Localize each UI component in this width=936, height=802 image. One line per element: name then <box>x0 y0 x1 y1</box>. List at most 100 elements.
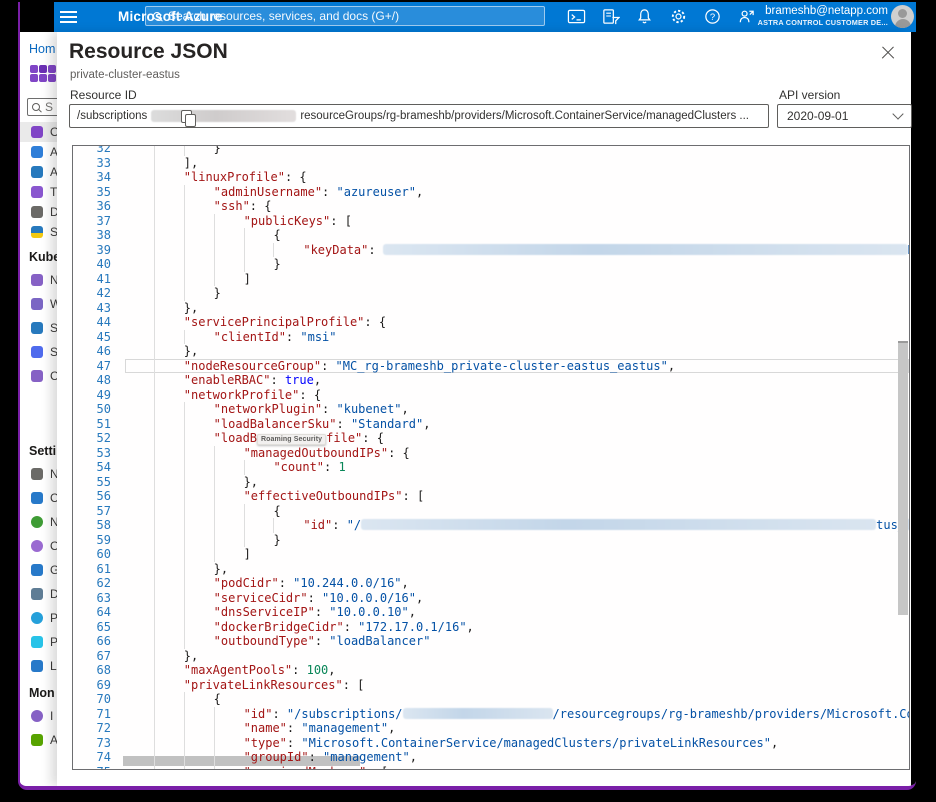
line-number: 41 <box>73 272 125 287</box>
account-info[interactable]: brameshb@netapp.com ASTRA CONTROL CUSTOM… <box>758 6 888 28</box>
close-icon[interactable] <box>881 46 895 60</box>
code-line-58: 58"id": "/tus_ <box>73 518 909 533</box>
sidebar-item-cluster[interactable]: O <box>20 122 57 142</box>
line-number: 48 <box>73 373 125 388</box>
sidebar-item-shield[interactable]: S <box>20 222 57 242</box>
api-version-dropdown[interactable]: 2020-09-01 <box>777 104 912 128</box>
sidebar-item-branch[interactable]: G <box>20 558 57 582</box>
global-search-placeholder: Search resources, services, and docs (G+… <box>168 9 399 23</box>
code-line-37: 37"publicKeys": [ <box>73 214 909 229</box>
sidebar-item-label: S <box>50 345 57 359</box>
sidebar-item-cubes[interactable]: W <box>20 292 57 316</box>
code-line-63: 63"serviceCidr": "10.0.0.0/16", <box>73 591 909 606</box>
globe-icon <box>31 516 43 528</box>
search-icon <box>32 103 41 112</box>
account-email: brameshb@netapp.com <box>758 6 888 17</box>
code-line-53: 53"managedOutboundIPs": { <box>73 446 909 461</box>
sidebar-item-doc[interactable]: C <box>20 364 57 388</box>
network-icon <box>31 322 43 334</box>
resource-id-input[interactable]: /subscriptions resourceGroups/rg-bramesh… <box>69 104 769 128</box>
api-version-label: API version <box>779 88 840 102</box>
line-number: 46 <box>73 344 125 359</box>
line-number: 35 <box>73 185 125 200</box>
chevron-down-icon <box>892 108 903 119</box>
vertical-scrollbar-thumb[interactable] <box>898 341 908 615</box>
code-line-54: 54"count": 1 <box>73 460 909 475</box>
sidebar-item-network[interactable]: S <box>20 316 57 340</box>
line-number: 72 <box>73 721 125 736</box>
sidebar-item-diamond[interactable]: O <box>20 534 57 558</box>
sidebar-item-globe[interactable]: N <box>20 510 57 534</box>
line-number: 36 <box>73 199 125 214</box>
line-number: 53 <box>73 446 125 461</box>
line-number: 58 <box>73 518 125 533</box>
sliders-icon <box>31 636 43 648</box>
code-line-32: 32} <box>73 145 909 156</box>
copy-icon[interactable] <box>181 110 192 123</box>
sidebar-item-wrench[interactable]: D <box>20 202 57 222</box>
code-line-66: 66"outboundType": "loadBalancer" <box>73 634 909 649</box>
line-number: 59 <box>73 533 125 548</box>
line-number: 69 <box>73 678 125 693</box>
sidebar-item-briefcase[interactable]: C <box>20 486 57 510</box>
notifications-icon[interactable] <box>635 7 654 26</box>
sidebar-item-tag[interactable]: T <box>20 182 57 202</box>
sidebar-search-input[interactable]: S <box>27 98 57 116</box>
diamond-icon <box>31 540 43 552</box>
shield-icon <box>31 226 43 238</box>
sidebar-item-pages[interactable]: S <box>20 340 57 364</box>
breadcrumb[interactable]: Hom <box>29 42 57 56</box>
resource-id-prefix: /subscriptions <box>77 110 147 122</box>
line-number: 74 <box>73 750 125 765</box>
help-icon[interactable]: ? <box>703 7 722 26</box>
alert-icon <box>31 734 43 746</box>
cloud-shell-icon[interactable] <box>567 7 586 26</box>
line-number: 52 <box>73 431 125 446</box>
code-line-64: 64"dnsServiceIP": "10.0.0.10", <box>73 605 909 620</box>
code-line-47: 47"nodeResourceGroup": "MC_rg-brameshb_p… <box>73 359 909 374</box>
code-line-48: 48"enableRBAC": true, <box>73 373 909 388</box>
code-line-56: 56"effectiveOutboundIPs": [ <box>73 489 909 504</box>
sidebar-item-sliders[interactable]: P <box>20 630 57 654</box>
bulb-icon <box>31 710 43 722</box>
sidebar-item-people[interactable]: A <box>20 162 57 182</box>
code-line-70: 70{ <box>73 692 909 707</box>
sidebar-item-lock[interactable]: L <box>20 654 57 678</box>
resource-json-panel: Resource JSON private-cluster-eastus Res… <box>57 32 911 786</box>
code-line-43: 43}, <box>73 301 909 316</box>
settings-icon[interactable] <box>669 7 688 26</box>
sidebar-item-label: A <box>50 145 57 159</box>
line-number: 67 <box>73 649 125 664</box>
json-code-viewer[interactable]: 32}33],34"linuxProfile": {35"adminUserna… <box>72 145 910 770</box>
sidebar-section-header: Setti <box>29 444 57 460</box>
resource-id-label: Resource ID <box>70 88 137 102</box>
avatar[interactable] <box>891 5 914 28</box>
line-number: 39 <box>73 243 125 258</box>
sidebar-item-label: D <box>50 205 57 219</box>
sidebar-item-nodes[interactable]: N <box>20 462 57 486</box>
global-search-input[interactable]: Search resources, services, and docs (G+… <box>145 6 545 26</box>
sidebar-item-label: I <box>50 709 53 723</box>
topbar-icon-row: ? <box>567 7 756 26</box>
code-line-40: 40} <box>73 257 909 272</box>
tooltip-overlay: Roaming Security <box>257 434 326 445</box>
sidebar-item-boxes[interactable]: D <box>20 582 57 606</box>
sidebar-item-label: A <box>50 165 57 179</box>
line-number: 73 <box>73 736 125 751</box>
sidebar-item-disc[interactable]: P <box>20 606 57 630</box>
line-number: 37 <box>73 214 125 229</box>
sidebar-item-bulb[interactable]: I <box>20 704 57 728</box>
hamburger-menu-icon[interactable] <box>60 11 77 23</box>
line-number: 40 <box>73 257 125 272</box>
directories-filter-icon[interactable] <box>601 7 620 26</box>
feedback-icon[interactable] <box>737 7 756 26</box>
sidebar-item-book[interactable]: A <box>20 142 57 162</box>
line-number: 64 <box>73 605 125 620</box>
code-line-52: 52"loadBRoaming Securityfile": { <box>73 431 909 446</box>
line-number: 63 <box>73 591 125 606</box>
code-line-74: 74"groupId": "management", <box>73 750 909 765</box>
redacted-value <box>383 244 908 255</box>
line-number: 34 <box>73 170 125 185</box>
sidebar-item-alert[interactable]: A <box>20 728 57 752</box>
sidebar-item-folder[interactable]: N <box>20 268 57 292</box>
